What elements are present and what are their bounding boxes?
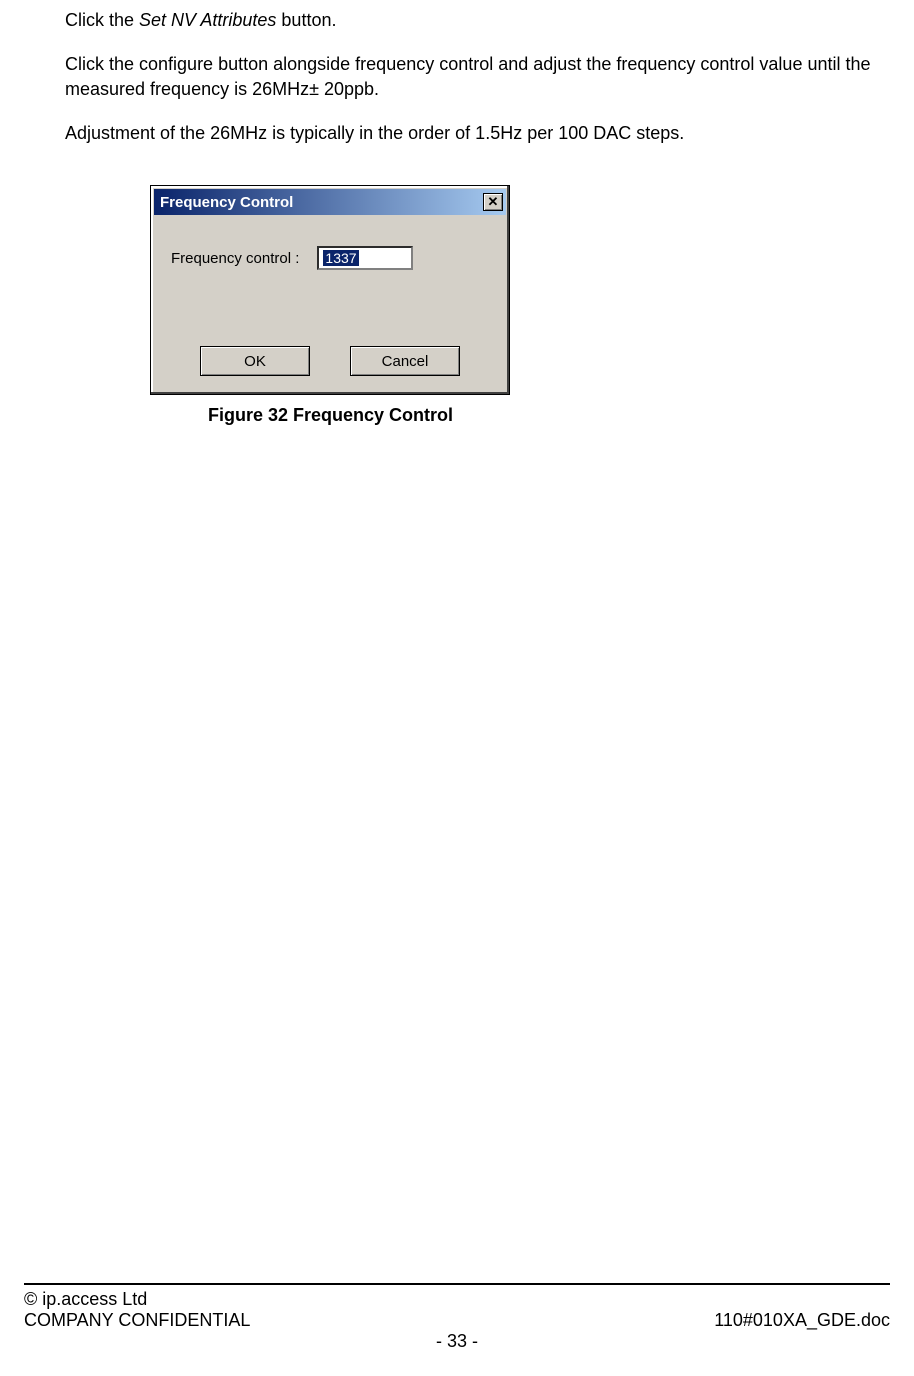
p1-post: button. (276, 10, 336, 30)
dialog-title: Frequency Control (160, 194, 483, 211)
cancel-button[interactable]: Cancel (350, 346, 460, 376)
footer-copyright: © ip.access Ltd (24, 1289, 147, 1310)
frequency-control-input[interactable]: 1337 (317, 246, 413, 270)
paragraph-3: Adjustment of the 26MHz is typically in … (65, 121, 878, 145)
frequency-control-dialog: Frequency Control ✕ Frequency control : … (150, 185, 510, 395)
close-icon: ✕ (488, 194, 499, 210)
paragraph-2: Click the configure button alongside fre… (65, 52, 878, 101)
dialog-titlebar: Frequency Control ✕ (154, 189, 506, 215)
frequency-control-label: Frequency control : (171, 250, 299, 267)
p1-pre: Click the (65, 10, 139, 30)
paragraph-1: Click the Set NV Attributes button. (65, 8, 878, 32)
footer-confidential: COMPANY CONFIDENTIAL (24, 1310, 250, 1331)
figure-caption: Figure 32 Frequency Control (208, 405, 878, 426)
p1-em: Set NV Attributes (139, 10, 276, 30)
page-footer: © ip.access Ltd COMPANY CONFIDENTIAL 110… (24, 1283, 890, 1352)
footer-page-number: - 33 - (24, 1331, 890, 1352)
ok-button[interactable]: OK (200, 346, 310, 376)
close-button[interactable]: ✕ (483, 193, 503, 211)
footer-divider (24, 1283, 890, 1285)
frequency-control-value: 1337 (323, 250, 358, 266)
footer-doc: 110#010XA_GDE.doc (714, 1310, 890, 1331)
